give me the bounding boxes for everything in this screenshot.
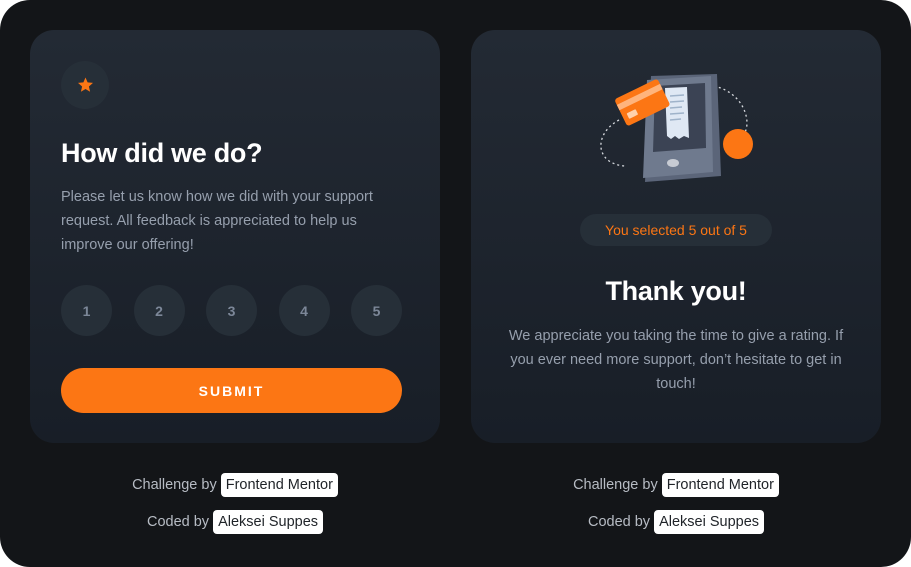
challenge-prefix: Challenge by bbox=[573, 477, 658, 493]
star-icon bbox=[77, 77, 93, 92]
selected-rating-badge: You selected 5 out of 5 bbox=[580, 214, 772, 246]
rating-option-3[interactable]: 3 bbox=[206, 285, 257, 336]
challenge-prefix: Challenge by bbox=[132, 477, 217, 493]
thank-you-card: You selected 5 out of 5 Thank you! We ap… bbox=[471, 30, 881, 443]
attribution-challenge-right: Challenge by Frontend Mentor bbox=[471, 473, 881, 497]
coded-prefix: Coded by bbox=[146, 514, 210, 530]
attribution-challenge-left: Challenge by Frontend Mentor bbox=[30, 473, 440, 497]
rating-options: 1 2 3 4 5 bbox=[61, 285, 402, 336]
coded-prefix: Coded by bbox=[587, 514, 651, 530]
rating-option-2[interactable]: 2 bbox=[133, 285, 185, 336]
rating-option-4[interactable]: 4 bbox=[278, 285, 330, 336]
attribution-coded-left: Coded by Aleksei Suppes bbox=[30, 510, 440, 534]
rating-option-1[interactable]: 1 bbox=[61, 285, 112, 336]
attribution-coded-right: Coded by Aleksei Suppes bbox=[471, 510, 881, 534]
app-frame: How did we do? Please let us know how we… bbox=[0, 0, 911, 567]
author-link[interactable]: Aleksei Suppes bbox=[213, 510, 324, 534]
thank-you-title: Thank you! bbox=[605, 276, 747, 306]
frontend-mentor-link[interactable]: Frontend Mentor bbox=[220, 473, 338, 497]
rating-description: Please let us know how we did with your … bbox=[61, 189, 373, 253]
frontend-mentor-link[interactable]: Frontend Mentor bbox=[661, 473, 779, 497]
thank-you-description: We appreciate you taking the time to giv… bbox=[508, 328, 844, 392]
phone-payment-illustration bbox=[600, 74, 753, 182]
rating-card: How did we do? Please let us know how we… bbox=[30, 30, 440, 443]
star-badge bbox=[61, 61, 109, 109]
rating-title: How did we do? bbox=[61, 138, 263, 168]
rating-option-5[interactable]: 5 bbox=[351, 285, 402, 336]
author-link[interactable]: Aleksei Suppes bbox=[654, 510, 765, 534]
submit-button[interactable]: SUBMIT bbox=[61, 368, 402, 413]
